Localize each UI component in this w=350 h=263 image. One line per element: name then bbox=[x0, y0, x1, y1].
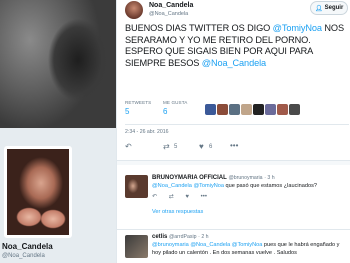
profile-header-photo bbox=[0, 0, 116, 128]
reply-avatar[interactable] bbox=[125, 235, 148, 258]
reply-body: que pasó que estamos ¿laucinados? bbox=[224, 183, 317, 189]
tweet-text-part: BUENOS DIAS TWITTER OS DIGO bbox=[125, 23, 273, 33]
retweet-action-count: 5 bbox=[174, 144, 178, 150]
reply-text: @Noa_Candela @TomiyNoa que pasó que esta… bbox=[152, 183, 348, 191]
reply-author-name[interactable]: BRUNOYMARIA OFFICIAL bbox=[152, 175, 227, 181]
mention-link[interactable]: @TomiyNoa bbox=[232, 242, 263, 248]
heart-icon[interactable]: ♥ bbox=[185, 194, 189, 200]
retweet-icon[interactable]: ⇄ bbox=[163, 142, 170, 151]
reply-author-handle[interactable]: @brunoymaria bbox=[228, 175, 262, 181]
likes-stat[interactable]: ME GUSTA 6 bbox=[163, 100, 203, 116]
reply-time[interactable]: 3 h bbox=[267, 175, 274, 181]
likes-label: ME GUSTA bbox=[163, 100, 188, 105]
liker-avatar[interactable] bbox=[205, 104, 216, 115]
like-action-count: 6 bbox=[209, 144, 213, 150]
author-avatar[interactable] bbox=[125, 1, 143, 19]
liker-avatar[interactable] bbox=[289, 104, 300, 115]
reply-header: BRUNOYMARIA OFFICIAL @brunoymaria · 3 h bbox=[152, 175, 275, 181]
mention-link[interactable]: @Noa_Candela bbox=[152, 183, 192, 189]
tweet-actions: ↶ ⇄ 5 ♥ 6 ••• bbox=[125, 141, 245, 154]
heart-icon[interactable]: ♥ bbox=[199, 142, 204, 151]
reply-time[interactable]: 2 h bbox=[201, 234, 208, 240]
reply-composer[interactable] bbox=[117, 161, 350, 165]
tweet-modal: Noa_Candela @Noa_Candela 👤︎ Seguir BUENO… bbox=[116, 0, 350, 263]
follow-button-label: Seguir bbox=[324, 5, 344, 11]
retweets-label: RETWEETS bbox=[125, 100, 152, 105]
author-name[interactable]: Noa_Candela bbox=[149, 2, 193, 9]
reply-author-name[interactable]: cetlis bbox=[152, 234, 167, 240]
profile-avatar[interactable] bbox=[4, 146, 72, 238]
liker-avatar[interactable] bbox=[265, 104, 276, 115]
retweets-stat[interactable]: RETWEETS 5 bbox=[125, 100, 165, 116]
reply-actions: ↶ ⇄ ♥ ••• bbox=[152, 193, 217, 200]
likes-count: 6 bbox=[163, 107, 168, 116]
reply-icon[interactable]: ↶ bbox=[125, 142, 132, 151]
liker-avatar[interactable] bbox=[229, 104, 240, 115]
profile-backdrop: Noa_Candela @Noa_Candela bbox=[0, 0, 116, 263]
liker-avatar[interactable] bbox=[253, 104, 264, 115]
reply-item: cetlis @arrdPasip · 2 h @brunoymaria @No… bbox=[117, 229, 350, 263]
reply-icon[interactable]: ↶ bbox=[152, 194, 157, 200]
view-more-replies-link[interactable]: Ver otras respuestas bbox=[152, 209, 203, 215]
retweets-count: 5 bbox=[125, 107, 130, 116]
more-icon[interactable]: ••• bbox=[230, 141, 238, 150]
reply-author-handle[interactable]: @arrdPasip bbox=[169, 234, 196, 240]
retweet-icon[interactable]: ⇄ bbox=[169, 194, 174, 200]
profile-handle: @Noa_Candela bbox=[2, 253, 45, 259]
reply-header: cetlis @arrdPasip · 2 h bbox=[152, 234, 209, 240]
divider bbox=[125, 124, 349, 125]
tweet-text: BUENOS DIAS TWITTER OS DIGO @TomiyNoa NO… bbox=[125, 23, 349, 69]
profile-name[interactable]: Noa_Candela bbox=[2, 242, 53, 251]
reply-text: @brunoymaria @Noa_Candela @TomiyNoa pues… bbox=[152, 242, 348, 258]
liker-avatar[interactable] bbox=[217, 104, 228, 115]
liker-avatar[interactable] bbox=[277, 104, 288, 115]
follow-button[interactable]: 👤︎ Seguir bbox=[310, 1, 349, 15]
mention-link[interactable]: @TomiyNoa bbox=[193, 183, 224, 189]
mention-link[interactable]: @Noa_Candela bbox=[190, 242, 230, 248]
likers-avatars bbox=[205, 104, 300, 115]
more-icon[interactable]: ••• bbox=[201, 194, 207, 200]
liker-avatar[interactable] bbox=[241, 104, 252, 115]
follow-user-icon: 👤︎ bbox=[315, 5, 323, 12]
author-handle[interactable]: @Noa_Candela bbox=[149, 11, 188, 17]
mention-link[interactable]: @brunoymaria bbox=[152, 242, 189, 248]
view-more-replies-label: Ver otras respuestas bbox=[152, 209, 204, 215]
tweet-timestamp[interactable]: 2:34 - 26 abr. 2016 bbox=[125, 129, 169, 135]
reply-item: BRUNOYMARIA OFFICIAL @brunoymaria · 3 h … bbox=[117, 173, 350, 228]
reply-avatar[interactable] bbox=[125, 175, 148, 198]
mention-link[interactable]: @Noa_Candela bbox=[202, 58, 266, 68]
mention-link[interactable]: @TomiyNoa bbox=[273, 23, 322, 33]
